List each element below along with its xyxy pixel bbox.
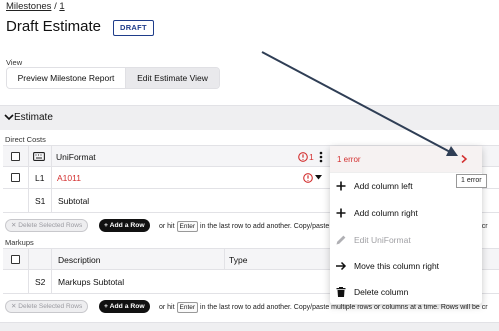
- trash-icon: [336, 287, 346, 297]
- keyboard-icon: [33, 152, 45, 161]
- hint-prefix: or hit: [159, 304, 175, 311]
- breadcrumb-separator: /: [54, 1, 57, 12]
- select-all-checkbox[interactable]: [11, 152, 20, 161]
- view-toggle: Preview Milestone Report Edit Estimate V…: [6, 67, 220, 89]
- breadcrumb: Milestones / 1: [6, 1, 65, 12]
- subtotal-label: Subtotal: [58, 196, 90, 206]
- menu-item-label: Move this column right: [354, 261, 440, 271]
- row-level: S1: [35, 196, 46, 206]
- page-title: Draft Estimate: [6, 18, 102, 35]
- markups-label: Markups: [5, 238, 34, 247]
- menu-item-label: Add column left: [354, 181, 413, 191]
- column-header-type[interactable]: Type: [229, 255, 247, 265]
- menu-item-label: Edit UniFormat: [354, 235, 411, 245]
- error-menu-item[interactable]: 1 error: [330, 146, 482, 173]
- delete-selected-rows-button[interactable]: ✕ Delete Selected Rows: [5, 219, 89, 232]
- tab-preview-milestone-report[interactable]: Preview Milestone Report: [7, 68, 126, 88]
- direct-costs-label: Direct Costs: [5, 135, 46, 144]
- more-vertical-icon[interactable]: [319, 151, 323, 163]
- column-header-uniformat[interactable]: UniFormat: [56, 152, 96, 162]
- error-tooltip: 1 error: [456, 174, 487, 188]
- arrow-right-icon: [336, 261, 347, 271]
- row-level: L1: [35, 173, 45, 183]
- delete-label: Delete Selected Rows: [18, 222, 83, 229]
- breadcrumb-current[interactable]: 1: [59, 1, 64, 12]
- delete-selected-rows-button[interactable]: ✕ Delete Selected Rows: [5, 300, 89, 313]
- error-icon: [298, 152, 308, 162]
- tab-edit-estimate-view[interactable]: Edit Estimate View: [126, 68, 219, 88]
- menu-item-edit-uniformat: Edit UniFormat: [330, 227, 482, 253]
- view-label: View: [6, 58, 23, 67]
- row-level: S2: [35, 277, 46, 287]
- section-title: Estimate: [14, 112, 53, 123]
- uniformat-code[interactable]: A1011: [57, 173, 81, 183]
- delete-label: Delete Selected Rows: [18, 303, 83, 310]
- add-row-button[interactable]: + Add a Row: [99, 219, 150, 232]
- markups-subtotal-label: Markups Subtotal: [58, 277, 125, 287]
- estimate-section-header[interactable]: Estimate: [0, 105, 499, 130]
- column-header-description[interactable]: Description: [58, 255, 101, 265]
- menu-item-move-column-right[interactable]: Move this column right: [330, 253, 482, 279]
- column-context-menu: 1 error Add column left Add column right…: [330, 146, 482, 304]
- plus-icon: [336, 208, 346, 218]
- breadcrumb-link-milestones[interactable]: Milestones: [6, 1, 51, 12]
- next-section-strip: [0, 322, 499, 331]
- error-menu-label: 1 error: [337, 155, 361, 164]
- chevron-right-icon: [461, 154, 468, 164]
- menu-item-label: Add column right: [354, 208, 418, 218]
- error-icon: [303, 173, 313, 183]
- hint-suffix: in the last row to add another. Copy/pas…: [200, 304, 488, 311]
- enter-key: Enter: [176, 221, 199, 232]
- row-checkbox[interactable]: [11, 173, 20, 182]
- error-count: 1: [309, 152, 314, 162]
- add-row-button[interactable]: + Add a Row: [99, 300, 150, 313]
- status-badge: DRAFT: [113, 20, 154, 36]
- menu-item-add-column-right[interactable]: Add column right: [330, 200, 482, 226]
- pencil-icon: [336, 235, 346, 245]
- select-all-checkbox[interactable]: [11, 255, 20, 264]
- dropdown-caret-icon[interactable]: [315, 175, 322, 180]
- menu-item-label: Delete column: [354, 287, 409, 297]
- hint-prefix: or hit: [159, 223, 175, 230]
- enter-key: Enter: [176, 302, 199, 313]
- menu-item-delete-column[interactable]: Delete column: [330, 279, 482, 305]
- plus-icon: [336, 181, 346, 191]
